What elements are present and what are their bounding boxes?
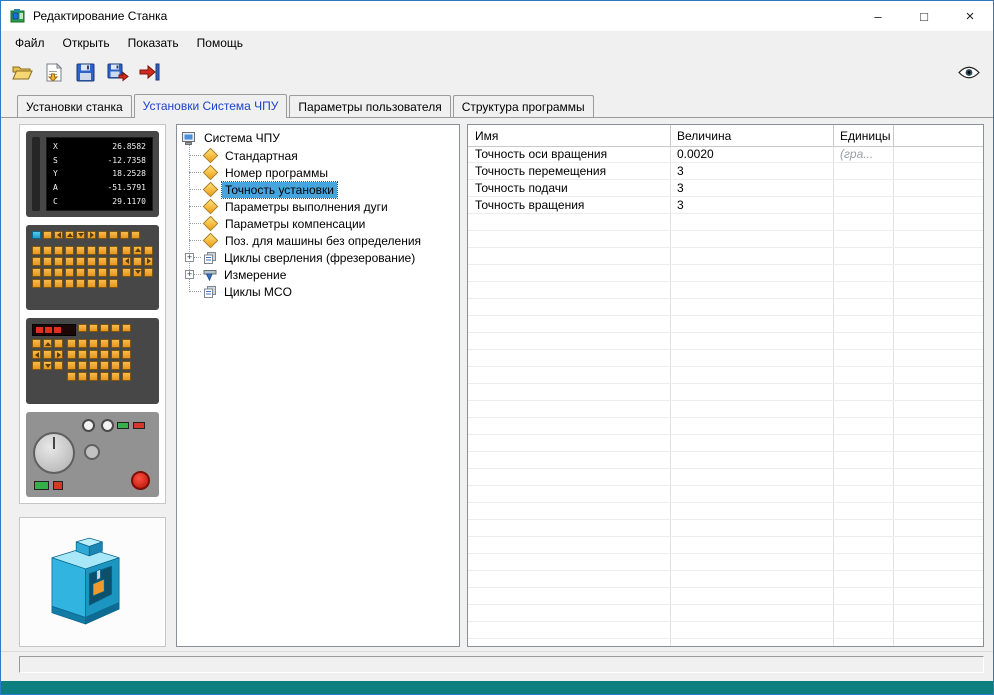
header-divider xyxy=(833,125,834,146)
app-icon xyxy=(10,8,26,24)
tab-cnc-system-settings[interactable]: Установки Система ЧПУ xyxy=(133,94,288,118)
save-as-button[interactable] xyxy=(105,60,130,85)
diamond-icon xyxy=(202,198,219,215)
bottom-strip xyxy=(1,681,993,694)
tree-item-mco-cycles[interactable]: Циклы MCO xyxy=(189,283,457,300)
title-bar: Редактирование Станка – □ × xyxy=(1,1,993,31)
status-area xyxy=(1,651,993,673)
diamond-icon xyxy=(202,147,219,164)
machine-image-box xyxy=(19,517,166,647)
cnc-system-icon xyxy=(182,131,197,145)
dro-display-image: X 26.8582 S -12.7358 Y 18.2528 A -51.5791 C2… xyxy=(26,131,159,217)
table-row[interactable]: Точность вращения 3 xyxy=(468,197,983,214)
maximize-button[interactable]: □ xyxy=(901,1,947,31)
close-button[interactable]: × xyxy=(947,1,993,31)
tab-program-structure[interactable]: Структура программы xyxy=(452,95,594,117)
save-button[interactable] xyxy=(73,60,98,85)
menu-open[interactable]: Открыть xyxy=(54,33,119,53)
eye-icon xyxy=(957,66,980,79)
emergency-stop-illustration xyxy=(131,471,150,490)
column-header-value[interactable]: Величина xyxy=(670,129,833,143)
selected-tree-item: Точность установки xyxy=(221,180,338,199)
tree-children: Стандартная Номер программы Точность уст… xyxy=(185,145,457,300)
expand-plus-icon[interactable]: + xyxy=(185,253,194,262)
table-row[interactable]: Точность перемещения 3 xyxy=(468,163,983,180)
column-header-units[interactable]: Единицы xyxy=(833,129,893,143)
diamond-icon xyxy=(202,181,219,198)
toolbar xyxy=(1,55,993,89)
cycles-icon xyxy=(203,285,217,298)
export-button[interactable] xyxy=(137,60,162,85)
machine-image xyxy=(37,529,149,635)
tree-root-cnc-system[interactable]: Система ЧПУ xyxy=(179,129,457,147)
menu-show[interactable]: Показать xyxy=(119,33,188,53)
header-divider xyxy=(893,125,894,146)
cycles-icon xyxy=(203,251,217,264)
tree-item-standard[interactable]: Стандартная xyxy=(189,147,457,164)
measure-icon xyxy=(203,269,217,281)
cnc-settings-tree: Система ЧПУ Стандартная Номер программы … xyxy=(176,124,460,647)
table-header: Имя Величина Единицы xyxy=(468,125,983,147)
header-divider xyxy=(670,125,671,146)
main-content: X 26.8582 S -12.7358 Y 18.2528 A -51.5791 C2… xyxy=(1,118,993,651)
tree-item-drilling-cycles[interactable]: + Циклы сверления (фрезерование) xyxy=(185,249,457,266)
menu-file[interactable]: Файл xyxy=(6,33,54,53)
parameters-table: Имя Величина Единицы Точность оси вращен… xyxy=(467,124,984,647)
table-row[interactable]: Точность подачи 3 xyxy=(468,180,983,197)
diamond-icon xyxy=(202,232,219,249)
tab-machine-settings[interactable]: Установки станка xyxy=(17,95,132,117)
operator-panel-image xyxy=(26,411,159,497)
menu-help[interactable]: Помощь xyxy=(188,33,252,53)
dro-screen: X 26.8582 S -12.7358 Y 18.2528 A -51.5791 C2… xyxy=(46,137,153,211)
save-as-icon xyxy=(107,63,129,82)
tree-item-measurement[interactable]: + Измерение xyxy=(185,266,457,283)
open-file-icon xyxy=(11,63,33,81)
led-readout xyxy=(32,324,76,336)
tree-item-compensation-parameters[interactable]: Параметры компенсации xyxy=(189,215,457,232)
import-icon xyxy=(44,62,64,82)
expand-plus-icon[interactable]: + xyxy=(185,270,194,279)
feed-dial-illustration xyxy=(33,431,75,474)
tree-item-arc-parameters[interactable]: Параметры выполнения дуги xyxy=(189,198,457,215)
table-row[interactable]: Точность оси вращения 0.0020 (гра... xyxy=(468,146,983,163)
export-icon xyxy=(139,63,160,81)
open-file-button[interactable] xyxy=(9,60,34,85)
machine-preview-column: X 26.8582 S -12.7358 Y 18.2528 A -51.5791 C2… xyxy=(19,124,166,647)
table-body: Точность оси вращения 0.0020 (гра... Точ… xyxy=(468,146,983,646)
keypad-panel-image-2 xyxy=(26,318,159,404)
diamond-icon xyxy=(202,164,219,181)
preview-button[interactable] xyxy=(956,60,981,85)
diamond-icon xyxy=(202,215,219,232)
window-title: Редактирование Станка xyxy=(33,9,168,23)
import-button[interactable] xyxy=(41,60,66,85)
tab-strip: Установки станка Установки Система ЧПУ П… xyxy=(1,92,993,118)
status-bar xyxy=(19,656,984,673)
save-icon xyxy=(76,63,95,82)
tree-item-setup-precision[interactable]: Точность установки xyxy=(189,180,457,199)
tree-item-machine-position[interactable]: Поз. для машины без определения xyxy=(189,232,457,249)
minimize-button[interactable]: – xyxy=(855,1,901,31)
column-header-name[interactable]: Имя xyxy=(468,129,670,143)
control-panel-images: X 26.8582 S -12.7358 Y 18.2528 A -51.5791 C2… xyxy=(19,124,166,504)
menu-bar: Файл Открыть Показать Помощь xyxy=(1,31,993,55)
tree-root-label: Система ЧПУ xyxy=(204,131,280,145)
tab-user-parameters[interactable]: Параметры пользователя xyxy=(289,95,451,117)
keypad-panel-image-1 xyxy=(26,224,159,310)
app-window: Редактирование Станка – □ × Файл Открыть… xyxy=(0,0,994,695)
tree-item-program-number[interactable]: Номер программы xyxy=(189,164,457,181)
